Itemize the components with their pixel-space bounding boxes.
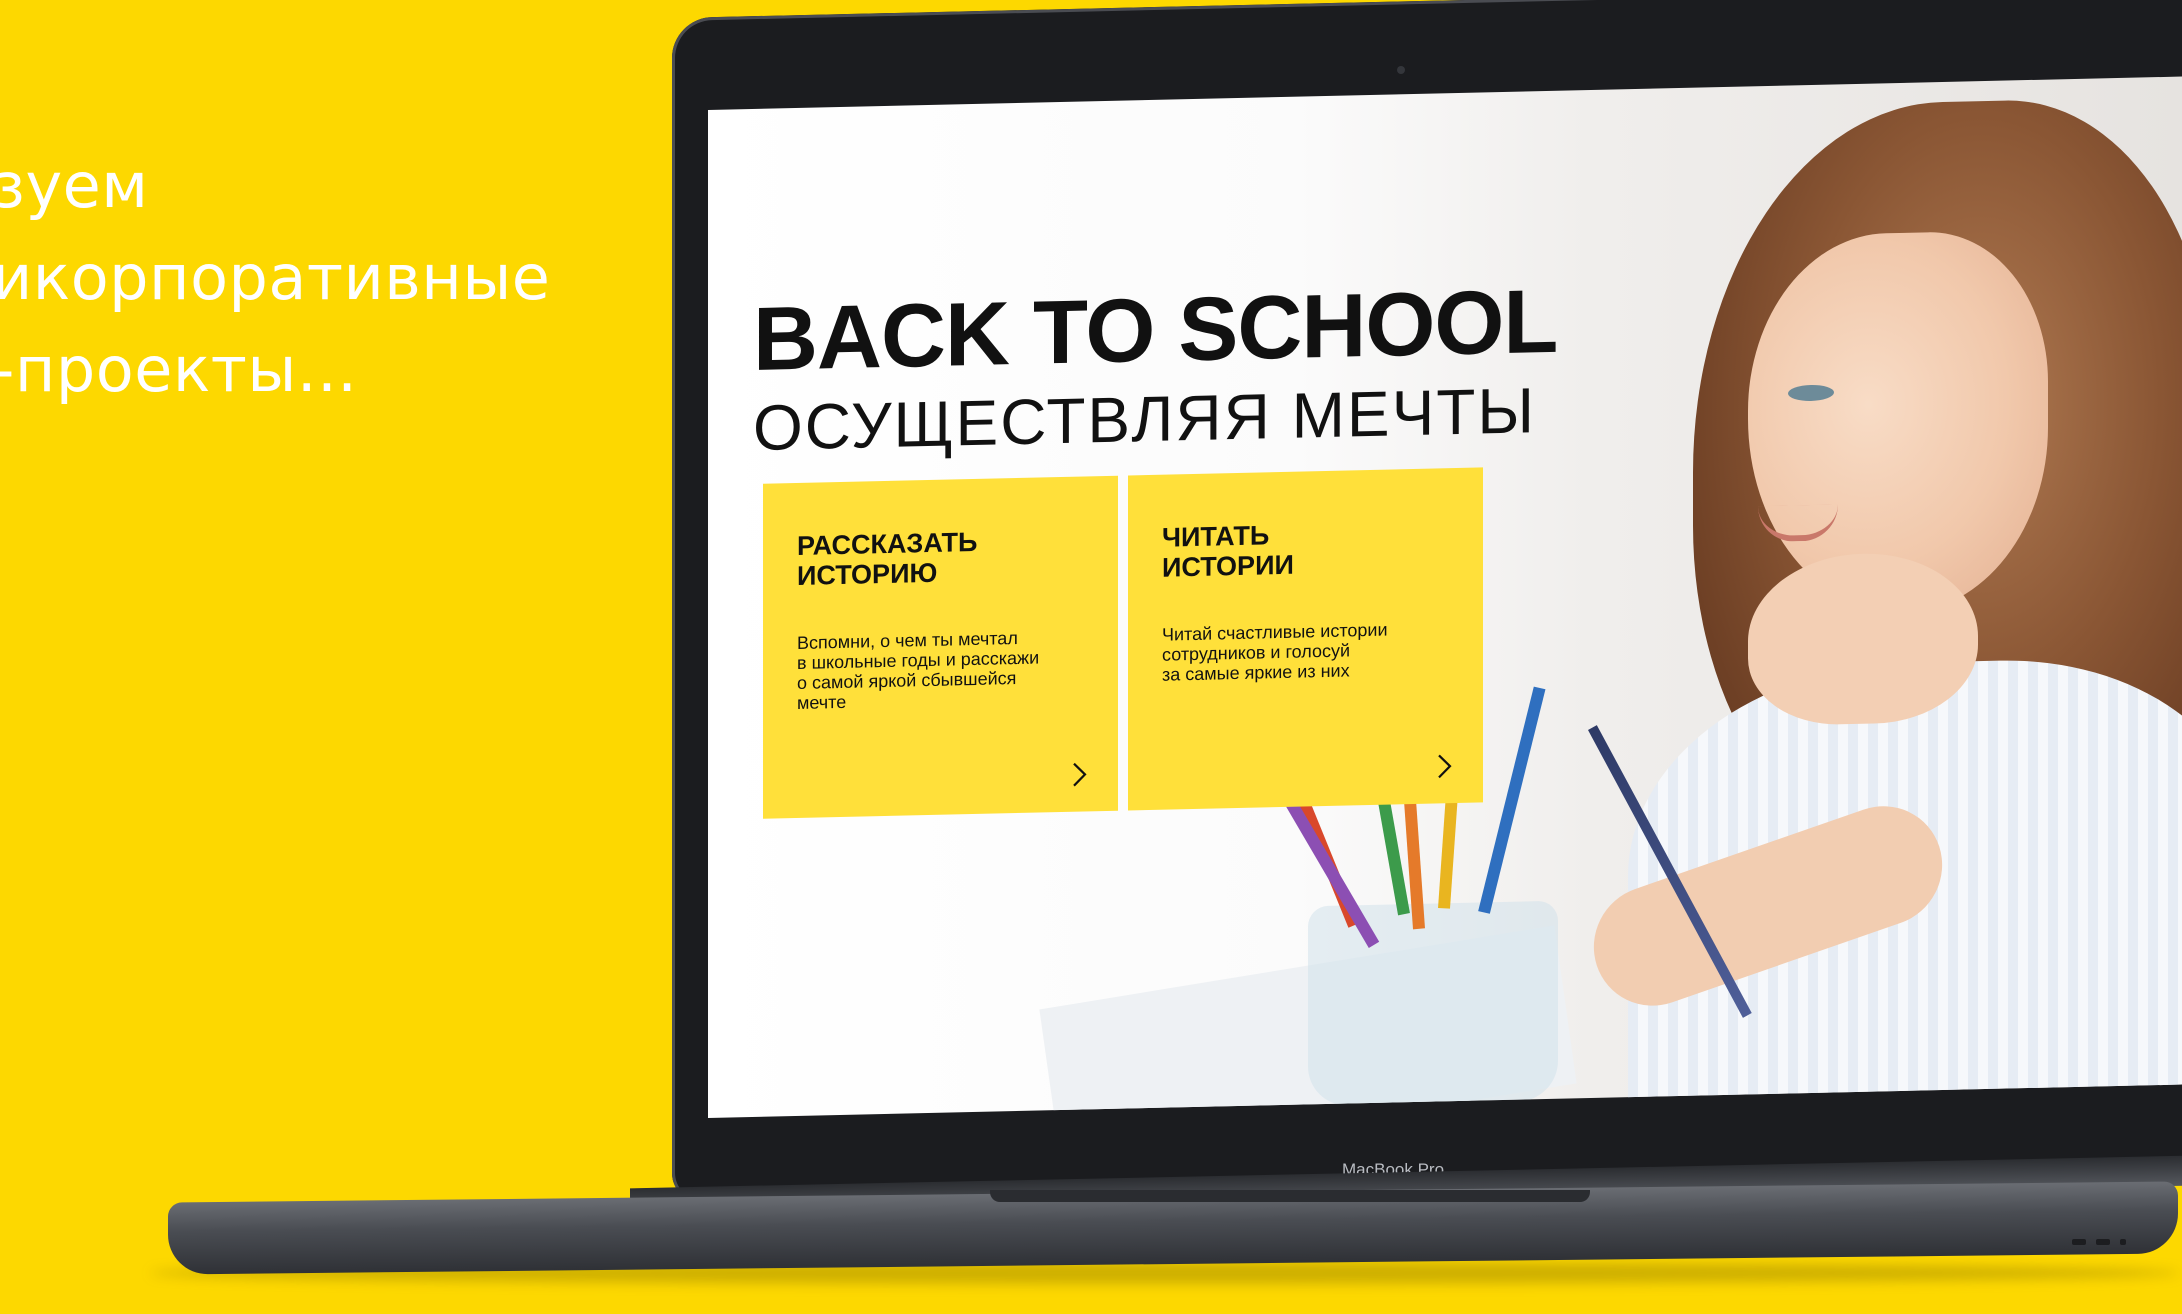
usb-port-icon [2096, 1239, 2110, 1245]
chevron-right-icon[interactable] [1429, 751, 1459, 782]
read-stories-card[interactable]: ЧИТАТЬ ИСТОРИИ Читай счастливые истории … [1128, 467, 1483, 811]
card-description: Вспомни, о чем ты мечтал в школьные годы… [797, 627, 1040, 713]
camera-icon [1397, 66, 1405, 74]
card-title: ЧИТАТЬ ИСТОРИИ [1162, 520, 1294, 583]
tell-story-card[interactable]: РАССКАЗАТЬ ИСТОРИЮ Вспомни, о чем ты меч… [763, 475, 1118, 819]
laptop-notch [990, 1190, 1590, 1202]
usb-port-icon [2072, 1239, 2086, 1245]
laptop-screen: BACK TO SCHOOL ОСУЩЕСТВЛЯЯ МЕЧТЫ РАССКАЗ… [708, 76, 2182, 1118]
chevron-right-icon[interactable] [1064, 759, 1094, 790]
colored-pencil [1478, 686, 1546, 914]
hero-title: BACK TO SCHOOL [753, 271, 1558, 390]
card-title: РАССКАЗАТЬ ИСТОРИЮ [797, 526, 978, 591]
laptop-mockup: BACK TO SCHOOL ОСУЩЕСТВЛЯЯ МЕЧТЫ РАССКАЗ… [0, 0, 2182, 1314]
card-description: Читай счастливые истории сотрудников и г… [1162, 619, 1388, 685]
laptop-ports [2072, 1230, 2136, 1249]
usb-port-icon [2120, 1239, 2126, 1245]
pencil-cup [1308, 900, 1558, 1107]
